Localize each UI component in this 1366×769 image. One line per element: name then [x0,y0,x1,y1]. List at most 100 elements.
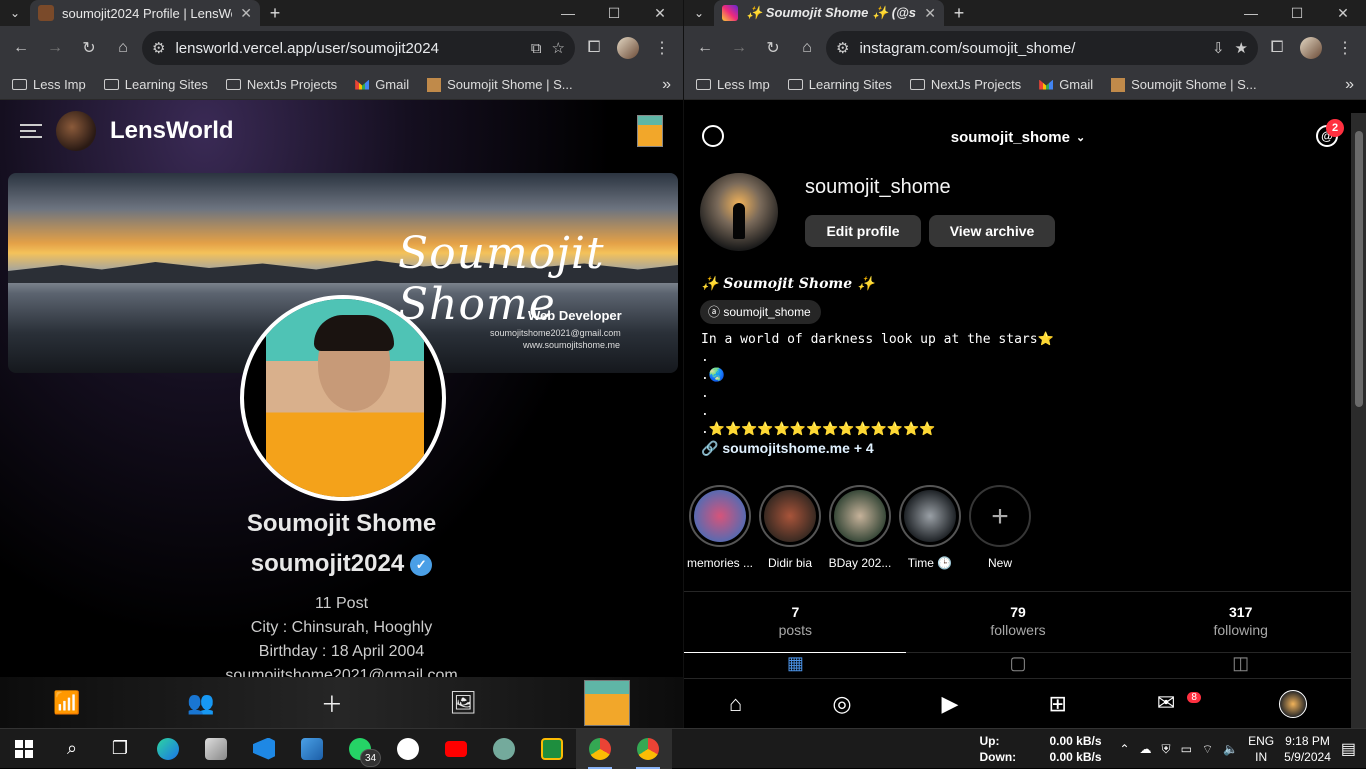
site-info-icon[interactable]: ⚙ [152,39,165,57]
extensions-icon[interactable]: ⧠ [579,33,609,63]
add-post-icon[interactable]: ＋ [321,687,343,719]
url-text[interactable]: instagram.com/soumojit_shome/ [859,40,1202,57]
files-icon[interactable] [288,729,336,769]
site-info-icon[interactable]: ⚙ [836,39,849,57]
stat-posts[interactable]: 7 posts [684,592,907,652]
bio-link[interactable]: 🔗 soumojitshome.me + 4 [701,440,874,457]
minimize-icon[interactable]: — [1228,0,1274,26]
home-icon[interactable]: ⌂ [729,691,742,717]
hamburger-menu-icon[interactable] [20,124,42,138]
threads-chip[interactable]: ⓐ soumojit_shome [700,300,821,324]
maximize-icon[interactable]: ☐ [1274,0,1320,26]
view-archive-button[interactable]: View archive [929,215,1055,247]
url-text[interactable]: lensworld.vercel.app/user/soumojit2024 [175,40,520,57]
highlight-bday[interactable]: BDay 202... [827,485,893,570]
task-view-icon[interactable]: ❐ [96,729,144,769]
volume-icon[interactable]: 🔈 [1223,742,1238,756]
close-tab-icon[interactable]: ✕ [240,5,252,22]
chevron-down-icon[interactable]: ⌄ [1076,131,1085,144]
lensworld-logo[interactable] [56,111,96,151]
app-title[interactable]: LensWorld [110,117,234,145]
edit-profile-button[interactable]: Edit profile [805,215,921,247]
back-icon[interactable]: ← [690,33,720,63]
tab-search-icon[interactable]: ⌄ [684,0,714,26]
maximize-icon[interactable]: ☐ [591,0,637,26]
menu-icon[interactable]: ⋮ [1330,33,1360,63]
chatgpt-icon[interactable] [480,729,528,769]
home-icon[interactable]: ⌂ [108,33,138,63]
forward-icon[interactable]: → [40,33,70,63]
highlight-time[interactable]: Time 🕒 [897,485,963,570]
messenger-icon[interactable]: ✉ 8 [1157,690,1201,717]
language-indicator[interactable]: ENG IN [1248,733,1274,765]
bookmark-learning-sites[interactable]: Learning Sites [787,77,892,92]
whatsapp-icon[interactable]: 34 [336,729,384,769]
home-icon[interactable]: ⌂ [792,33,822,63]
search-icon[interactable]: ⌕ [48,729,96,769]
close-tab-icon[interactable]: ✕ [924,5,936,22]
bookmark-gmail[interactable]: Gmail [1039,77,1093,92]
gallery-icon[interactable]: 🖼 [449,690,477,716]
bookmark-learning-sites[interactable]: Learning Sites [103,77,208,92]
github-icon[interactable] [384,729,432,769]
bookmark-soumojit[interactable]: Soumojit Shome | S... [427,77,573,92]
bio-link-more[interactable]: + 4 [854,440,874,456]
more-bookmarks-icon[interactable]: » [1345,76,1354,94]
grid-icon[interactable]: ▦ [787,653,804,678]
chrome-icon-1[interactable] [576,728,624,769]
photos-icon[interactable] [192,729,240,769]
profile-icon[interactable] [613,33,643,63]
stat-followers[interactable]: 79 followers [907,592,1130,652]
profile-icon[interactable] [1296,33,1326,63]
explore-icon[interactable]: ◎ [832,691,851,717]
forward-icon[interactable]: → [724,33,754,63]
bookmark-star-icon[interactable]: ★ [1235,39,1248,57]
battery-icon[interactable]: ▭ [1181,742,1192,756]
notifications-icon[interactable]: ▤ [1341,739,1356,759]
bookmark-soumojit[interactable]: Soumojit Shome | S... [1111,77,1257,92]
back-icon[interactable]: ← [6,33,36,63]
security-icon[interactable]: ⛨ [1162,742,1171,757]
vscode-icon[interactable] [240,729,288,769]
scrollbar-thumb[interactable] [1355,131,1363,407]
minimize-icon[interactable]: — [545,0,591,26]
bookmark-less-imp[interactable]: Less Imp [696,77,770,92]
extensions-icon[interactable]: ⧠ [1262,33,1292,63]
reels-icon[interactable]: ▶ [942,691,959,717]
address-bar[interactable]: ⚙ instagram.com/soumojit_shome/ ⇩ ★ [826,31,1258,65]
bookmark-less-imp[interactable]: Less Imp [12,77,86,92]
people-icon[interactable]: 👥 [187,690,214,716]
bookmark-nextjs-projects[interactable]: NextJs Projects [909,77,1021,92]
create-icon[interactable]: ⊞ [1048,691,1066,717]
saved-icon[interactable]: ▢ [1009,653,1026,678]
highlight-didir-bia[interactable]: Didir bia [757,485,823,570]
onedrive-icon[interactable]: ☁ [1140,742,1152,756]
reload-icon[interactable]: ↻ [758,33,788,63]
new-tab-icon[interactable]: + [260,3,290,24]
page-scrollbar[interactable] [1351,113,1366,728]
bookmark-star-icon[interactable]: ☆ [552,39,565,57]
bookmark-gmail[interactable]: Gmail [355,77,409,92]
new-tab-icon[interactable]: + [944,3,974,24]
bookmark-nextjs-projects[interactable]: NextJs Projects [225,77,337,92]
edge-icon[interactable] [144,729,192,769]
chrome-icon-2[interactable] [624,728,672,769]
start-icon[interactable] [0,729,48,769]
bio-link-text[interactable]: soumojitshome.me [722,440,850,456]
reload-icon[interactable]: ↻ [74,33,104,63]
install-app-icon[interactable]: ⇩ [1212,39,1225,57]
profile-nav-avatar[interactable] [1278,689,1307,718]
tab-instagram[interactable]: ✨ Soumojit Shome ✨ (@sou ✕ [714,0,944,26]
tagged-icon[interactable]: ◫ [1232,653,1249,678]
youtube-icon[interactable] [432,729,480,769]
wifi-icon[interactable]: ⌔ [1202,742,1213,757]
classroom-icon[interactable] [528,729,576,769]
menu-icon[interactable]: ⋮ [647,33,677,63]
header-avatar[interactable] [637,115,663,147]
close-window-icon[interactable]: ✕ [637,0,683,26]
tab-lensworld[interactable]: soumojit2024 Profile | LensWorl ✕ [30,0,260,26]
highlight-memories[interactable]: memories ... [687,485,753,570]
address-bar[interactable]: ⚙ lensworld.vercel.app/user/soumojit2024… [142,31,575,65]
ig-profile-picture[interactable] [700,173,778,251]
settings-icon[interactable] [702,125,724,147]
